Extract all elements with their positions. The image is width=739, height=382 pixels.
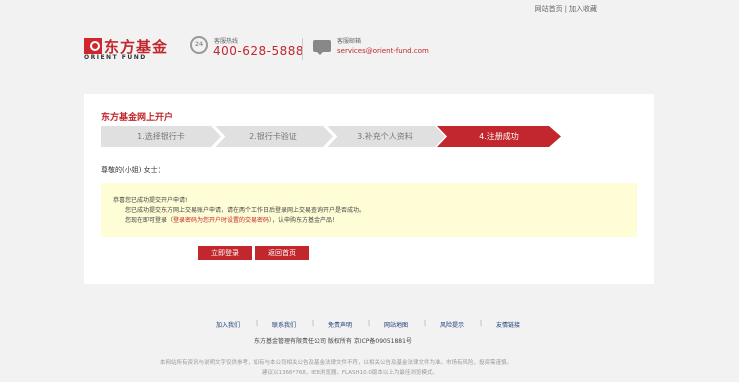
step-1-label: 1.选择银行卡	[137, 132, 185, 141]
top-link-separator: |	[564, 5, 567, 13]
footer-link-contact[interactable]: 联系我们	[272, 320, 296, 329]
footer-link-join[interactable]: 加入我们	[216, 320, 240, 329]
footer-link-friends[interactable]: 友情链接	[496, 320, 520, 329]
notice-line-3: 您现在即可登录（登录密码为您开户时设置的交易密码），认申购东方基金产品！	[125, 215, 338, 224]
step-2-label: 2.银行卡验证	[249, 132, 297, 141]
logo-mark-icon	[84, 38, 102, 54]
account-open-panel: 东方基金网上开户 1.选择银行卡 2.银行卡验证 3.补充个人资料 4.注册成功…	[84, 94, 654, 284]
password-hint: 登录密码为您开户时设置的交易密码	[173, 217, 270, 224]
notice-line-3-suffix: ），认申购东方基金产品！	[269, 217, 339, 224]
success-notice: 恭喜您已成功提交开户申请! 您已成功提交东方网上交易账户申请，请在两个工作日后登…	[101, 183, 637, 237]
notice-line-3-prefix: 您现在即可登录（	[125, 217, 174, 224]
footer-browser-note: 建议以1366*768，IE8浏览器，FLASH10.0版本以上为最佳浏览模式。	[262, 370, 438, 376]
footer-copyright: 东方基金管理有限责任公司 版权所有 京ICP备09051881号	[254, 338, 412, 345]
notice-line-1: 恭喜您已成功提交开户申请!	[113, 197, 188, 204]
footer-link-disclaimer[interactable]: 免责声明	[328, 320, 352, 329]
phone-24h-icon: 24	[190, 36, 208, 54]
footer-link-risk[interactable]: 风险提示	[440, 320, 464, 329]
logo[interactable]: 东方基金 ORIENT FUND	[84, 38, 174, 61]
notice-line-2: 您已成功提交东方网上交易账户申请，请在两个工作日后登录网上交易查询开户是否成功。	[125, 207, 366, 214]
step-4-label: 4.注册成功	[479, 132, 519, 141]
top-bar: 网站首页 | 加入收藏	[0, 0, 739, 16]
home-link[interactable]: 网站首页	[535, 5, 563, 13]
mail-label: 客服邮箱	[337, 38, 362, 45]
step-3-label: 3.补充个人资料	[357, 132, 413, 141]
page-title: 东方基金网上开户	[101, 113, 174, 123]
header-divider	[302, 38, 303, 60]
step-3: 3.补充个人资料	[325, 126, 445, 147]
step-2: 2.银行卡验证	[213, 126, 333, 147]
mail-address[interactable]: services@orient-fund.com	[337, 47, 429, 55]
chat-bubble-icon	[313, 40, 331, 55]
header: 东方基金 ORIENT FUND 24 客服热线 400-628-5888 客服…	[0, 16, 739, 80]
step-4-current: 4.注册成功	[437, 126, 561, 147]
footer-separator: |	[256, 320, 259, 327]
footer-link-sitemap[interactable]: 网站地图	[384, 320, 408, 329]
footer-separator: |	[312, 320, 315, 327]
add-favorite-link[interactable]: 加入收藏	[569, 5, 597, 13]
footer-links: 加入我们 | 联系我们 | 免责声明 | 网站地图 | 风险提示 | 友情链接	[0, 320, 739, 330]
footer-separator: |	[480, 320, 483, 327]
top-links: 网站首页 | 加入收藏	[535, 4, 597, 14]
hotline-number: 400-628-5888	[213, 44, 305, 58]
login-now-button[interactable]: 立即登录	[198, 246, 252, 260]
footer-separator: |	[424, 320, 427, 327]
step-progress: 1.选择银行卡 2.银行卡验证 3.补充个人资料 4.注册成功	[101, 126, 561, 147]
footer-separator: |	[368, 320, 371, 327]
return-home-button[interactable]: 返回首页	[255, 246, 309, 260]
step-1: 1.选择银行卡	[101, 126, 221, 147]
footer-disclaimer-note: 本网站所有资讯与说明文字仅供参考，如有与本公司相关公告及基金法律文件不符，以相关…	[160, 360, 513, 366]
greeting: 尊敬的(小姐) 女士：	[101, 166, 165, 174]
logo-text-en: ORIENT FUND	[84, 54, 147, 61]
